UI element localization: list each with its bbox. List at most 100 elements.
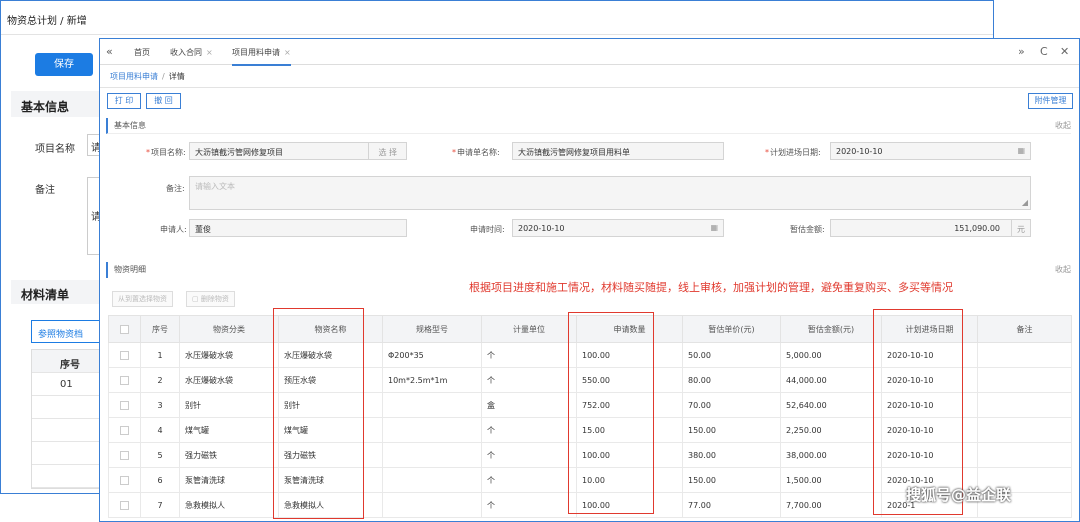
table-header-seq: 序号 — [32, 350, 100, 373]
plan-date-label: *计划进场日期: — [765, 148, 821, 157]
collapse-link[interactable]: 收起 — [1055, 262, 1071, 278]
table-cell: 水压爆破水袋 — [179, 367, 279, 393]
table-cell: 2 — [140, 367, 180, 393]
table-cell: 50.00 — [682, 342, 781, 368]
material-table: 序号 01 — [31, 349, 101, 489]
resize-handle-icon[interactable]: ◢ — [1022, 198, 1028, 207]
column-header: 暂估单价(元) — [682, 315, 781, 343]
table-cell — [977, 342, 1072, 368]
attachment-button[interactable]: 附件管理 — [1028, 93, 1073, 109]
table-cell — [382, 442, 482, 468]
estimated-amount-field: 151,090.00 元 — [830, 219, 1031, 237]
select-all-checkbox[interactable] — [108, 315, 141, 343]
table-cell: 380.00 — [682, 442, 781, 468]
table-cell: 6 — [140, 467, 180, 493]
reference-material-button[interactable]: 参照物资档 — [31, 320, 101, 343]
table-cell: 77.00 — [682, 492, 781, 518]
table-cell — [382, 392, 482, 418]
project-name-field[interactable]: 大沥镇截污管网修复项目 选 择 — [189, 142, 407, 160]
apply-time-field[interactable]: 2020-10-10 ▦ — [512, 219, 724, 237]
table-cell: 7,700.00 — [780, 492, 882, 518]
print-button[interactable]: 打 印 — [107, 93, 141, 109]
table-cell: 个 — [481, 342, 577, 368]
plan-date-field[interactable]: 2020-10-10 ▦ — [830, 142, 1031, 160]
table-cell: 52,640.00 — [780, 392, 882, 418]
table-cell — [977, 442, 1072, 468]
basic-info-heading: 基本信息 — [11, 91, 101, 117]
select-button[interactable]: 选 择 — [368, 143, 406, 159]
row-checkbox[interactable] — [108, 492, 141, 518]
tab-home[interactable]: 首页 — [134, 47, 150, 58]
table-cell: 38,000.00 — [780, 442, 882, 468]
calendar-icon[interactable]: ▦ — [1017, 146, 1025, 155]
row-checkbox[interactable] — [108, 442, 141, 468]
table-cell: 1,500.00 — [780, 467, 882, 493]
material-list-heading: 材料清单 — [11, 280, 101, 304]
highlight-box-material-name — [273, 308, 364, 519]
table-cell: 煤气罐 — [179, 417, 279, 443]
remark-label: 备注: — [166, 184, 185, 193]
table-cell: 70.00 — [682, 392, 781, 418]
table-cell: 个 — [481, 417, 577, 443]
material-detail-heading: 物资明细 收起 — [106, 262, 1071, 278]
table-row — [32, 442, 100, 465]
foreground-window: « 首页 收入合同 × 项目用料申请 × » C ✕ 项目用料申请 / 详情 打 印 撤… — [99, 38, 1080, 522]
table-cell: 个 — [481, 442, 577, 468]
table-row — [32, 465, 100, 488]
tab-bar: « 首页 收入合同 × 项目用料申请 × » C ✕ — [100, 39, 1079, 66]
table-cell: 盒 — [481, 392, 577, 418]
table-cell: 5 — [140, 442, 180, 468]
column-header: 规格型号 — [382, 315, 482, 343]
remark-field[interactable]: 请输入文本 ◢ — [189, 176, 1031, 210]
calendar-icon[interactable]: ▦ — [710, 223, 718, 232]
highlight-box-quantity — [568, 312, 654, 514]
close-icon[interactable]: × — [284, 48, 291, 57]
table-cell: 150.00 — [682, 467, 781, 493]
table-cell: 7 — [140, 492, 180, 518]
remark-label: 备注 — [35, 185, 55, 196]
table-cell: 别针 — [179, 392, 279, 418]
request-name-field[interactable]: 大沥镇截污管网修复项目用料单 — [512, 142, 724, 160]
table-cell: 水压爆破水袋 — [179, 342, 279, 368]
table-cell — [382, 417, 482, 443]
table-cell: 强力磁铁 — [179, 442, 279, 468]
table-row — [32, 419, 100, 442]
row-checkbox[interactable] — [108, 417, 141, 443]
column-header: 计量单位 — [481, 315, 577, 343]
table-cell: 1 — [140, 342, 180, 368]
table-cell: 3 — [140, 392, 180, 418]
table-cell: 急救模拟人 — [179, 492, 279, 518]
close-window-icon[interactable]: ✕ — [1060, 45, 1069, 58]
column-header: 序号 — [140, 315, 180, 343]
annotation-text: 根据项目进度和施工情况，材料随买随提，线上审核，加强计划的管理，避免重复购买、多… — [469, 281, 953, 294]
close-icon[interactable]: × — [206, 48, 213, 57]
table-cell — [977, 392, 1072, 418]
tab-project-material-request[interactable]: 项目用料申请 × — [232, 47, 291, 66]
applicant-field[interactable]: 董俊 — [189, 219, 407, 237]
row-checkbox[interactable] — [108, 367, 141, 393]
collapse-link[interactable]: 收起 — [1055, 118, 1071, 134]
table-cell: 4 — [140, 417, 180, 443]
tab-income-contract[interactable]: 收入合同 × — [170, 47, 213, 58]
save-button[interactable]: 保存 — [35, 53, 93, 76]
table-cell — [977, 417, 1072, 443]
table-cell: 44,000.00 — [780, 367, 882, 393]
currency-unit: 元 — [1011, 220, 1030, 236]
refresh-icon[interactable]: C — [1040, 45, 1048, 58]
table-cell: 80.00 — [682, 367, 781, 393]
breadcrumb-link[interactable]: 项目用料申请 — [110, 72, 158, 81]
row-checkbox[interactable] — [108, 392, 141, 418]
breadcrumb-current: 详情 — [168, 72, 185, 81]
delete-material-button[interactable]: ▢ 删除物资 — [186, 291, 235, 307]
project-name-label: 项目名称 — [35, 144, 75, 155]
row-checkbox[interactable] — [108, 342, 141, 368]
watermark: 搜狐号@益企联 — [906, 486, 1012, 504]
double-chevron-right-icon[interactable]: » — [1018, 45, 1025, 58]
row-checkbox[interactable] — [108, 467, 141, 493]
add-material-button[interactable]: 从到置选择物资 — [112, 291, 173, 307]
column-header: 备注 — [977, 315, 1072, 343]
double-chevron-left-icon[interactable]: « — [106, 45, 113, 58]
column-header: 物资分类 — [179, 315, 279, 343]
withdraw-button[interactable]: 撤 回 — [146, 93, 181, 109]
table-cell: Φ200*35 — [382, 342, 482, 368]
